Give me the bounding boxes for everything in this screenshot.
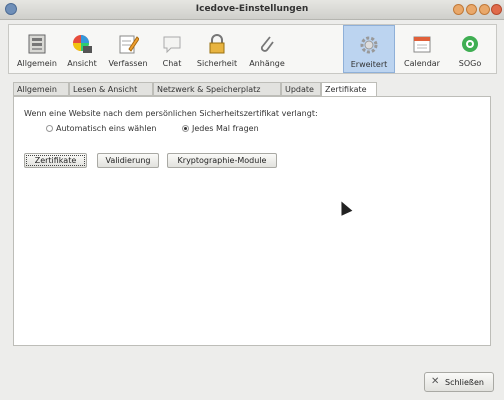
- window-title: Icedove-Einstellungen: [195, 4, 309, 14]
- tab-netzwerk[interactable]: Netzwerk & Speicherplatz: [153, 82, 281, 96]
- tab-lesen-ansicht[interactable]: Lesen & Ansicht: [69, 82, 153, 96]
- toolbar-item-calendar[interactable]: Calendar: [399, 25, 445, 73]
- radio-ask-circle[interactable]: [182, 125, 189, 132]
- window-menu-button[interactable]: [453, 4, 464, 15]
- calendar-icon: [413, 36, 431, 53]
- certificates-button[interactable]: Zertifikate: [24, 153, 87, 168]
- sogo-icon: [462, 36, 478, 52]
- toolbar-item-ansicht[interactable]: Ansicht: [61, 25, 103, 73]
- gear-icon: [360, 36, 378, 54]
- chat-icon: [163, 36, 181, 54]
- title-bar: Icedove-Einstellungen: [0, 0, 504, 20]
- close-window-button[interactable]: [491, 4, 502, 15]
- certificate-prompt: Wenn eine Website nach dem persönlichen …: [24, 109, 318, 118]
- toolbar-item-chat[interactable]: Chat: [153, 25, 191, 73]
- paperclip-icon: [260, 36, 274, 52]
- preferences-toolbar: Allgemein Ansicht Verfassen Chat Sicherh…: [8, 24, 497, 74]
- tab-allgemein[interactable]: Allgemein: [13, 82, 69, 96]
- radio-ask-every-time[interactable]: Jedes Mal fragen: [182, 124, 272, 136]
- validation-button[interactable]: Validierung: [97, 153, 159, 168]
- lock-icon: [209, 34, 225, 54]
- radio-auto-select[interactable]: Automatisch eins wählen: [46, 124, 156, 136]
- toolbar-item-allgemein[interactable]: Allgemein: [15, 25, 59, 73]
- general-icon: [28, 34, 46, 54]
- display-icon: [73, 35, 92, 53]
- tab-update[interactable]: Update: [281, 82, 321, 96]
- tab-zertifikate[interactable]: Zertifikate: [321, 82, 377, 97]
- certificates-panel: Wenn eine Website nach dem persönlichen …: [13, 96, 491, 346]
- toolbar-item-verfassen[interactable]: Verfassen: [105, 25, 151, 73]
- security-devices-button[interactable]: Kryptographie-Module: [167, 153, 277, 168]
- toolbar-item-erweitert[interactable]: Erweitert: [343, 25, 395, 73]
- compose-icon: [119, 35, 139, 54]
- toolbar-item-sicherheit[interactable]: Sicherheit: [193, 25, 241, 73]
- radio-auto-circle[interactable]: [46, 125, 53, 132]
- toolbar-item-sogo[interactable]: SOGo: [449, 25, 491, 73]
- close-button[interactable]: ✕ Schließen: [424, 372, 494, 392]
- toolbar-item-anhaenge[interactable]: Anhänge: [243, 25, 291, 73]
- minimize-button[interactable]: [466, 4, 477, 15]
- maximize-button[interactable]: [479, 4, 490, 15]
- close-icon: ✕: [431, 376, 440, 387]
